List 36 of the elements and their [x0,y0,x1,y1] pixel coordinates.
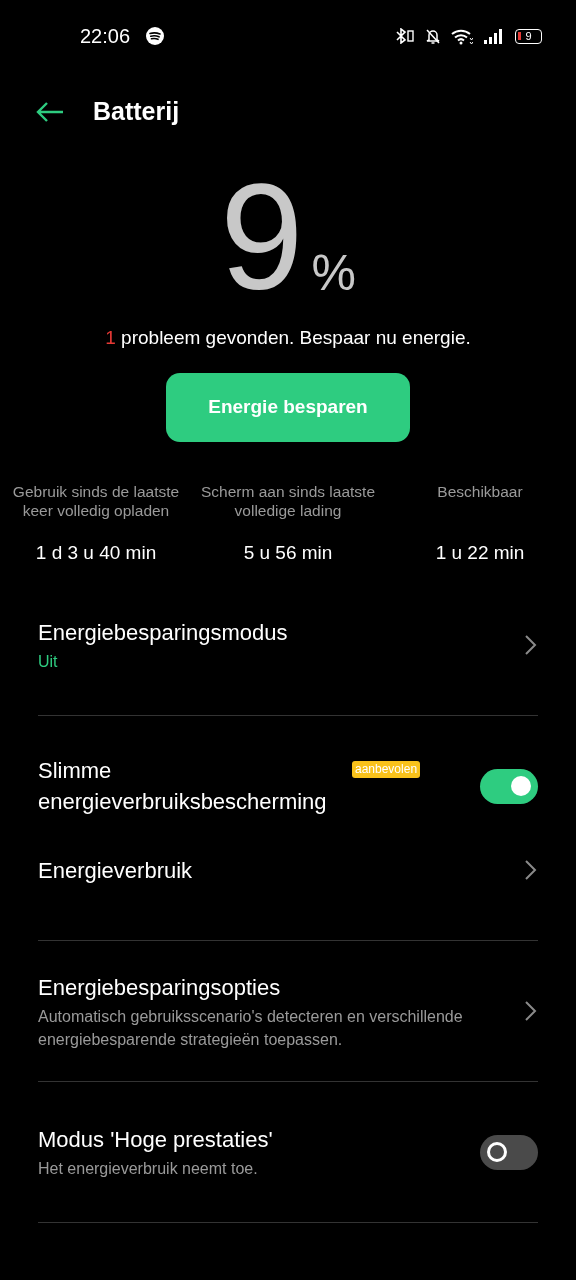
clock-time: 22:06 [80,24,131,49]
toggle-switch[interactable] [480,1134,538,1170]
settings-row[interactable]: Energiebesparingsopties Automatisch gebruiksscenario's detecteren en verschillende energiebesparende strategieën toepassen. [38,969,538,1053]
bell-off-icon [425,27,441,45]
chevron-right-icon [524,1000,538,1022]
stat-value: 5 u 56 min [243,540,333,565]
chevron-right-icon [524,634,538,656]
signal-icon [483,28,503,44]
recommended-badge: aanbevolen [352,761,421,778]
stat-value: 1 d 3 u 40 min [35,540,157,565]
stat-label: Gebruik sinds de laatste keer volledig opladen [11,481,181,521]
settings-row[interactable]: Energieverbruik [38,828,538,912]
row-title: Slimme energieverbruiksbescherming [38,757,328,816]
row-title: Energiebesparingsopties [38,973,281,1002]
row-subtitle: Het energieverbruik neemt toe. [38,1159,259,1179]
row-title: Modus 'Hoge prestaties' [38,1126,273,1154]
problem-message: 1 probleem gevonden. Bespaar nu energie. [104,326,472,350]
page-title: Batterij [93,96,180,128]
stat-label: Beschikbaar [436,481,524,502]
chevron-right-icon [524,859,538,881]
settings-row[interactable]: Energiebesparingsmodus Uit [38,603,538,687]
row-title: Energieverbruik [38,856,193,885]
bluetooth-icon [395,28,415,44]
row-subtitle: Automatisch gebruiksscenario's detecteren en verschillende energiebesparende strategieën toepassen. [38,1006,464,1050]
stat-label: Scherm aan sinds laatste volledige lading [199,481,376,521]
row-title: Energiebesparingsmodus [38,618,288,647]
settings-row[interactable]: Modus 'Hoge prestaties' Het energieverbruik neemt toe. [38,1110,538,1194]
stat-value: 1 u 22 min [435,540,525,565]
battery-icon: 9 [515,28,542,44]
music-app-icon [146,27,165,45]
percent-sign: % [311,248,356,298]
battery-percentage: 9 [220,172,304,302]
wifi-icon [451,27,473,45]
row-status: Uit [38,651,59,672]
settings-row[interactable]: Slimme energieverbruiksbescherming aanbevolen [38,744,538,828]
toggle-switch[interactable] [480,768,538,804]
